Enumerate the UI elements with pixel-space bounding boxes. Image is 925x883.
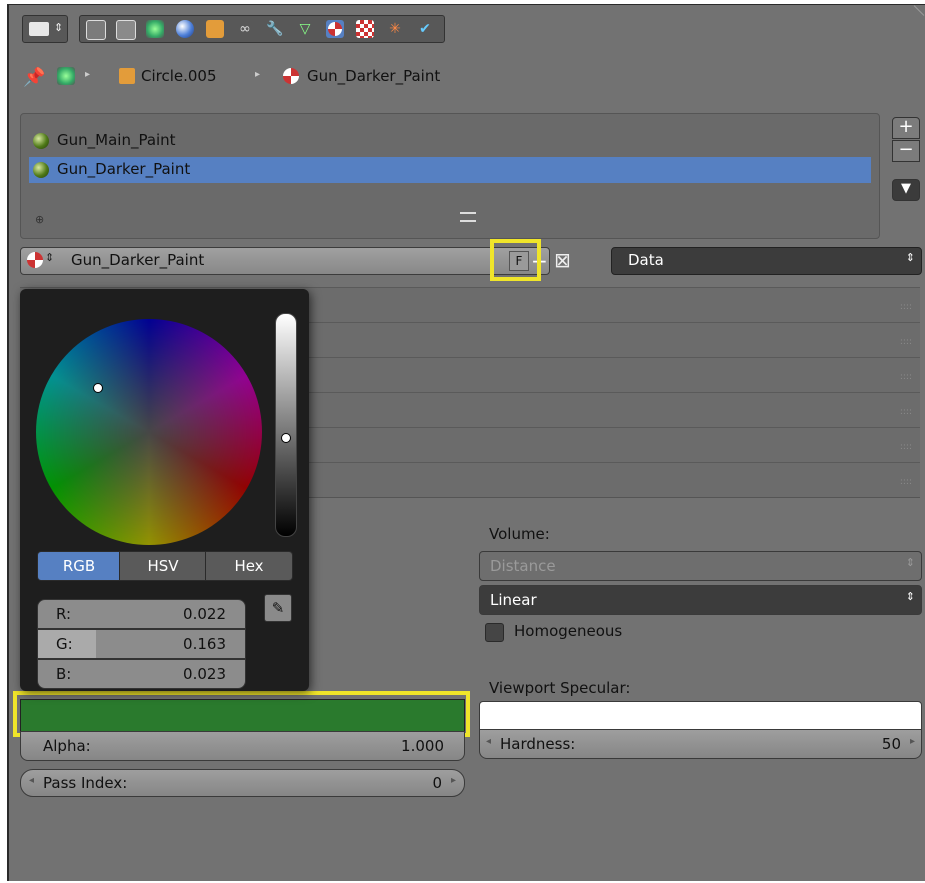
hardness-label: Hardness: <box>500 735 576 753</box>
hardness-value: 50 <box>881 735 901 753</box>
red-field[interactable]: R: 0.022 <box>37 599 246 629</box>
modifiers-icon[interactable]: 🔧 <box>266 20 284 38</box>
render-icon[interactable] <box>86 20 106 40</box>
material-icon[interactable] <box>326 20 344 38</box>
pass-index-label: Pass Index: <box>43 774 128 792</box>
scene-icon[interactable] <box>146 20 164 38</box>
list-item-selected[interactable]: Gun_Darker_Paint <box>29 157 871 183</box>
link-dropdown[interactable]: Data ⇕ <box>611 247 922 275</box>
homogeneous-checkbox[interactable] <box>485 623 504 642</box>
pass-index-value: 0 <box>432 774 442 792</box>
slot-name: Gun_Main_Paint <box>57 131 176 149</box>
color-picker-popup: RGB HSV Hex R: 0.022 G: 0.163 B: 0.023 ✎ <box>20 289 309 691</box>
chevron-updown-icon: ⇕ <box>45 251 55 264</box>
falloff-dropdown[interactable]: Linear ⇕ <box>479 585 922 615</box>
material-browse-icon[interactable] <box>27 252 43 268</box>
resize-handle-icon[interactable] <box>460 212 476 222</box>
viewport-specular-swatch[interactable] <box>479 701 922 731</box>
breadcrumb-material: Gun_Darker_Paint <box>307 67 441 85</box>
area-corner-icon[interactable] <box>907 5 925 25</box>
blue-field[interactable]: B: 0.023 <box>37 659 246 689</box>
material-sphere-icon <box>33 133 49 149</box>
constraints-icon[interactable]: ∞ <box>236 20 254 38</box>
chevron-updown-icon: ⇕ <box>905 556 915 569</box>
pin-icon[interactable]: 📌 <box>23 67 45 88</box>
list-item[interactable]: Gun_Main_Paint <box>29 128 871 154</box>
color-wheel[interactable] <box>36 319 262 545</box>
highlight-fake-user <box>490 239 541 281</box>
blue-label: B: <box>56 665 72 683</box>
render-layers-icon[interactable] <box>116 20 136 40</box>
increment-arrow-icon[interactable]: ▸ <box>910 736 915 747</box>
breadcrumb-arrow-icon: ▸ <box>85 69 91 80</box>
remove-slot-button[interactable]: − <box>892 140 920 162</box>
slot-name: Gun_Darker_Paint <box>57 160 191 178</box>
hardness-slider[interactable]: ◂ Hardness: 50 ▸ <box>479 729 922 759</box>
green-label: G: <box>56 635 73 653</box>
value-slider-cursor[interactable] <box>281 433 291 443</box>
breadcrumb-object: Circle.005 <box>141 67 217 85</box>
material-id-field[interactable]: ⇕ Gun_Darker_Paint F + <box>20 247 550 275</box>
alpha-slider[interactable]: Alpha: 1.000 <box>20 731 465 761</box>
material-name[interactable]: Gun_Darker_Paint <box>71 251 204 269</box>
drag-handle-icon[interactable]: :::: <box>900 442 912 452</box>
pass-index-field[interactable]: ◂ Pass Index: 0 ▸ <box>20 769 465 797</box>
texture-icon[interactable] <box>356 20 374 38</box>
properties-editor-icon <box>29 22 49 36</box>
increment-arrow-icon[interactable]: ▸ <box>451 775 456 786</box>
physics-icon[interactable]: ✔ <box>416 20 434 38</box>
material-slot-list: Gun_Main_Paint Gun_Darker_Paint ⊕ <box>20 113 880 239</box>
drag-handle-icon[interactable]: :::: <box>900 477 912 487</box>
volume-label: Volume: <box>489 525 550 543</box>
volume-method-dropdown[interactable]: Distance ⇕ <box>479 551 922 581</box>
green-value: 0.163 <box>183 635 226 653</box>
scene-icon <box>57 67 75 85</box>
object-icon[interactable] <box>206 20 224 38</box>
editor-type-button[interactable]: ⇕ <box>22 15 68 43</box>
specials-menu-button[interactable]: ▼ <box>892 179 920 201</box>
add-slot-button[interactable]: + <box>892 117 920 139</box>
chevron-updown-icon: ⇕ <box>54 21 64 34</box>
particles-icon[interactable]: ✳ <box>386 20 404 38</box>
homogeneous-label: Homogeneous <box>514 622 623 640</box>
hsv-mode-button[interactable]: HSV <box>119 551 207 581</box>
chevron-updown-icon: ⇕ <box>905 590 915 603</box>
material-sphere-icon <box>33 162 49 178</box>
green-field[interactable]: G: 0.163 <box>37 629 246 659</box>
context-tabs: ∞ 🔧 ▽ ✳ ✔ <box>79 15 445 43</box>
breadcrumb-arrow-icon: ▸ <box>255 69 261 80</box>
falloff-value: Linear <box>490 591 537 609</box>
hex-mode-button[interactable]: Hex <box>205 551 293 581</box>
value-slider[interactable] <box>275 313 297 537</box>
data-icon[interactable]: ▽ <box>296 20 314 38</box>
material-icon <box>283 68 299 84</box>
list-filter-icon[interactable]: ⊕ <box>35 213 44 226</box>
chevron-updown-icon: ⇕ <box>905 251 915 264</box>
wheel-cursor[interactable] <box>93 383 103 393</box>
alpha-label: Alpha: <box>43 737 91 755</box>
drag-handle-icon[interactable]: :::: <box>900 337 912 347</box>
drag-handle-icon[interactable]: :::: <box>900 372 912 382</box>
viewport-specular-label: Viewport Specular: <box>489 679 631 697</box>
drag-handle-icon[interactable]: :::: <box>900 302 912 312</box>
link-value: Data <box>628 251 664 269</box>
rgb-mode-button[interactable]: RGB <box>37 551 121 581</box>
alpha-value: 1.000 <box>401 737 444 755</box>
properties-editor: ⇕ ∞ 🔧 ▽ ✳ ✔ 📌 ▸ Circle.005 ▸ Gun_Darker_… <box>7 4 925 881</box>
world-icon[interactable] <box>176 20 194 38</box>
red-label: R: <box>56 605 72 623</box>
blue-value: 0.023 <box>183 665 226 683</box>
drag-handle-icon[interactable]: :::: <box>900 407 912 417</box>
object-icon <box>119 68 135 84</box>
volume-method-value: Distance <box>490 557 556 575</box>
decrement-arrow-icon[interactable]: ◂ <box>486 736 491 747</box>
unlink-icon[interactable]: ⊠ <box>554 248 580 274</box>
decrement-arrow-icon[interactable]: ◂ <box>29 775 34 786</box>
eyedropper-icon[interactable]: ✎ <box>264 594 292 622</box>
red-value: 0.022 <box>183 605 226 623</box>
